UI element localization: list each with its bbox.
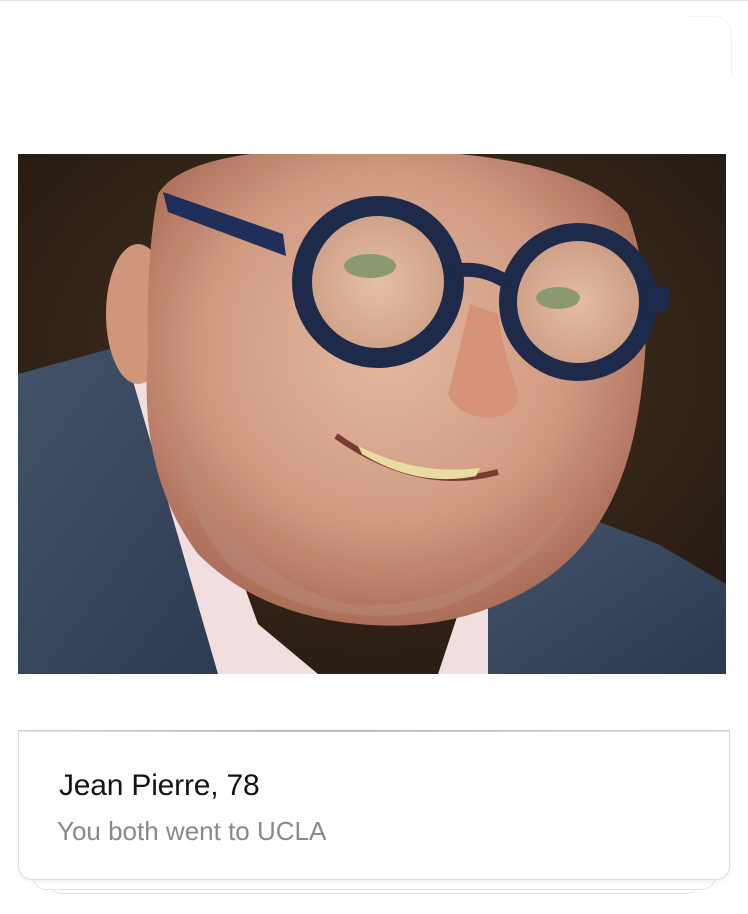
card-corner-edge	[690, 16, 732, 76]
portrait-image	[18, 154, 726, 674]
card-top-accent	[19, 730, 729, 732]
profile-name-age: Jean Pierre, 78	[59, 769, 260, 802]
profile-photo[interactable]	[18, 154, 726, 674]
profile-screen: Jean Pierre, 78 You both went to UCLA	[0, 0, 748, 914]
top-divider	[0, 0, 748, 1]
profile-info-card[interactable]: Jean Pierre, 78 You both went to UCLA	[18, 730, 730, 880]
common-ground-text: You both went to UCLA	[57, 816, 327, 846]
